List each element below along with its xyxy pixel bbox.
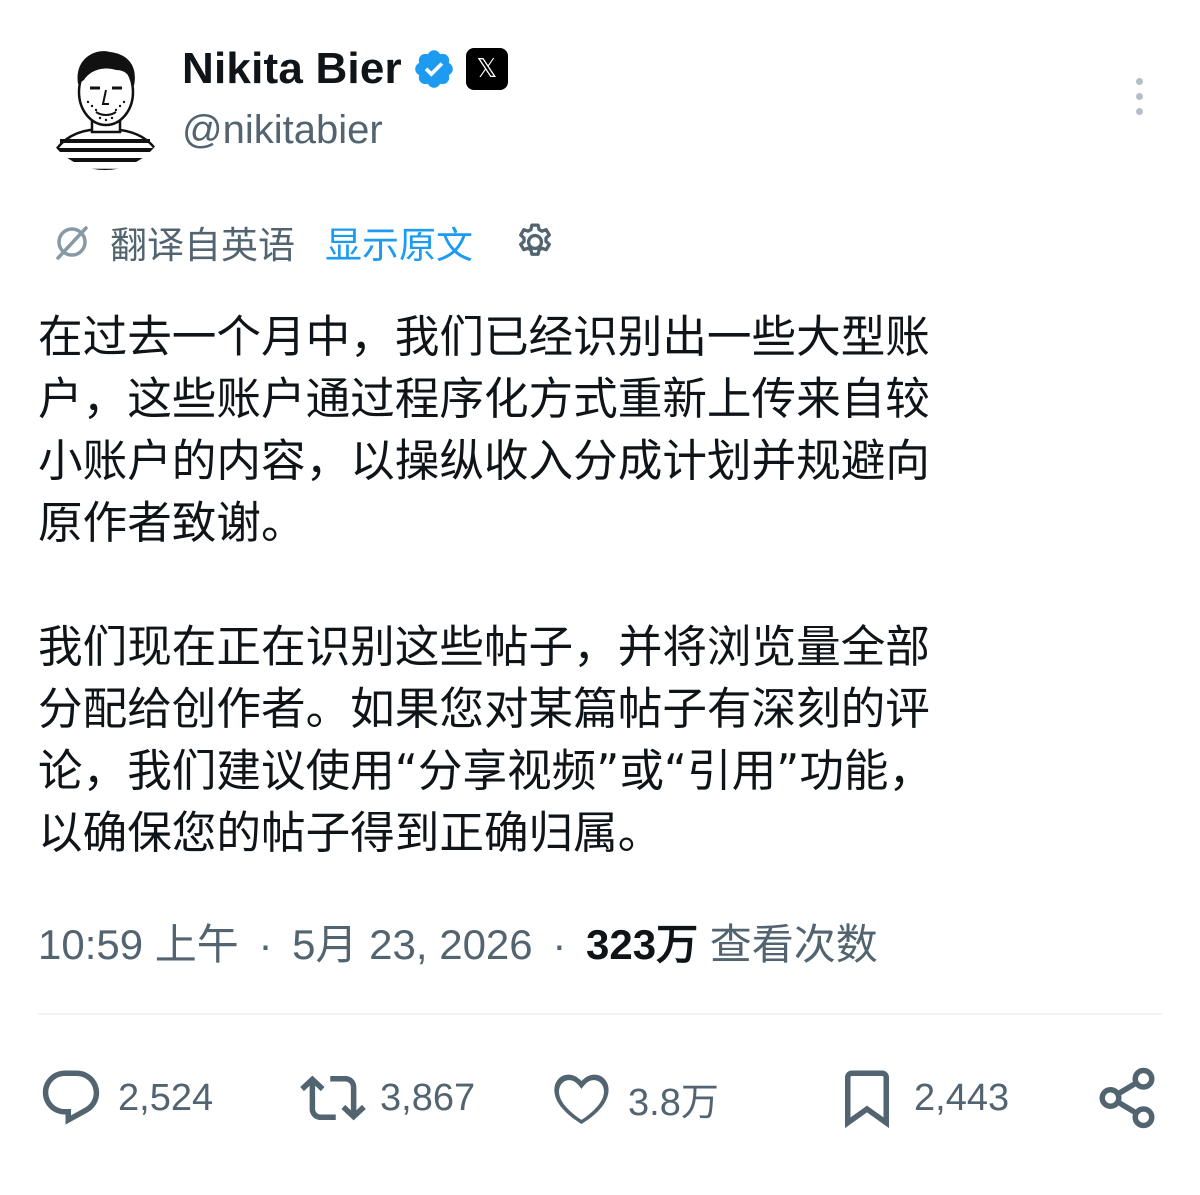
avatar-illustration <box>40 40 170 170</box>
action-bar: 2,524 3,867 3.8万 2,443 <box>38 1060 1162 1136</box>
verified-badge-icon[interactable] <box>412 47 456 91</box>
reply-icon <box>42 1070 100 1125</box>
more-icon[interactable] <box>1124 78 1154 122</box>
views-count[interactable]: 323万 <box>586 921 698 968</box>
post-meta: 10:59 上午 · 5月 23, 2026 · 323万 查看次数 <box>38 914 878 976</box>
translate-icon <box>56 226 88 260</box>
share-button[interactable] <box>1094 1060 1160 1136</box>
repost-button[interactable]: 3,867 <box>300 1060 475 1136</box>
x-affiliate-icon[interactable]: 𝕏 <box>465 48 508 90</box>
like-count: 3.8万 <box>628 1081 719 1124</box>
post-date[interactable]: 5月 23, 2026 <box>292 921 533 968</box>
reply-button[interactable]: 2,524 <box>38 1060 213 1136</box>
separator-dot: · <box>258 921 273 968</box>
translation-bar: 翻译自英语 显示原文 <box>50 214 557 270</box>
repost-icon <box>300 1075 366 1121</box>
bookmark-count: 2,443 <box>914 1076 1010 1119</box>
gear-icon[interactable] <box>513 220 557 264</box>
show-original-link[interactable]: 显示原文 <box>325 215 473 269</box>
like-button[interactable]: 3.8万 <box>548 1060 719 1136</box>
share-icon <box>1099 1067 1155 1129</box>
like-icon <box>554 1074 609 1124</box>
repost-count: 3,867 <box>380 1076 476 1119</box>
post-paragraph-1: 在过去一个月中，我们已经识别出一些大型账 户，这些账户通过程序化方式重新上传来自… <box>38 311 930 549</box>
author-display-name[interactable]: Nikita Bier <box>182 44 402 94</box>
reply-count: 2,524 <box>118 1076 214 1119</box>
avatar[interactable] <box>40 40 170 170</box>
translated-from-label: 翻译自英语 <box>110 224 295 267</box>
author-handle[interactable]: @nikitabier <box>182 108 383 153</box>
divider <box>38 1013 1162 1015</box>
separator-dot: · <box>552 921 567 968</box>
post-paragraph-2: 我们现在正在识别这些帖子，并将浏览量全部 分配给创作者。如果您对某篇帖子有深刻的… <box>38 621 934 859</box>
post-text: 在过去一个月中，我们已经识别出一些大型账 户，这些账户通过程序化方式重新上传来自… <box>38 306 1148 864</box>
bookmark-icon <box>845 1070 889 1129</box>
bookmark-button[interactable]: 2,443 <box>834 1060 1009 1136</box>
views-label: 查看次数 <box>709 921 878 968</box>
post-time[interactable]: 10:59 上午 <box>38 921 239 968</box>
author-name-row: Nikita Bier 𝕏 <box>182 40 508 98</box>
